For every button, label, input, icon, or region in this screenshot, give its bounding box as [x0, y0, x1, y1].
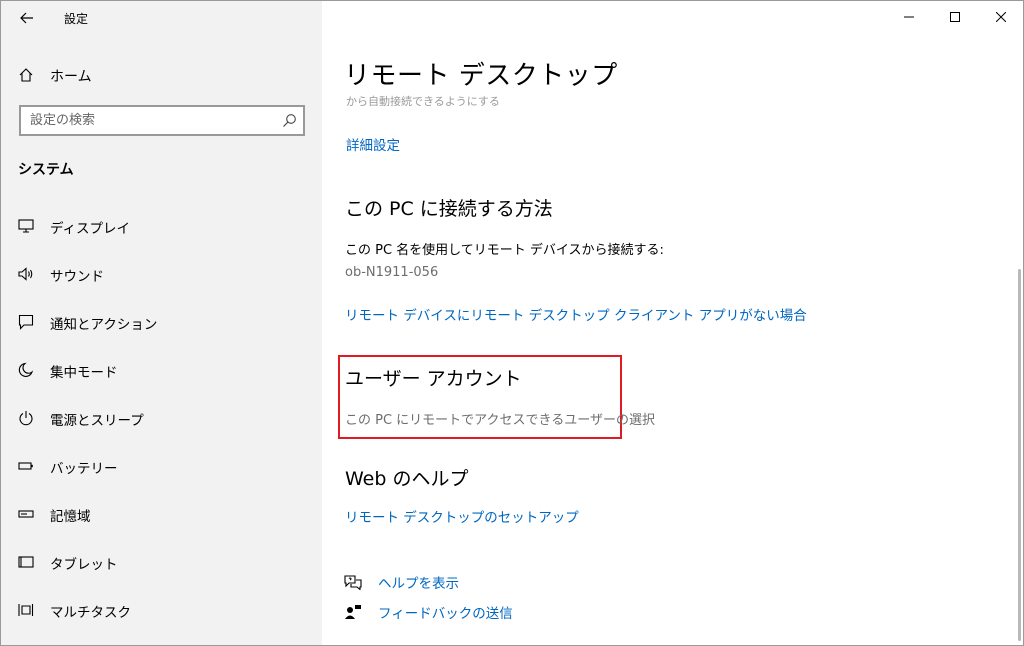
back-button[interactable]	[13, 5, 41, 31]
sidebar-item-home[interactable]: ホーム	[1, 57, 322, 93]
sidebar-item-storage[interactable]: 記憶域	[1, 494, 322, 534]
monitor-icon	[18, 219, 34, 233]
sidebar-item-label: マルチタスク	[50, 605, 131, 621]
search-box[interactable]	[19, 105, 305, 136]
sidebar-item-label: サウンド	[50, 269, 104, 285]
sidebar-item-tablet[interactable]: タブレット	[1, 542, 322, 582]
arrow-left-icon	[20, 12, 33, 24]
user-accounts-title: ユーザー アカウント	[345, 368, 522, 390]
sidebar-section-title: システム	[18, 162, 74, 178]
sidebar-item-label: 電源とスリープ	[50, 413, 144, 429]
search-icon[interactable]	[282, 113, 297, 128]
connect-section-title: この PC に接続する方法	[345, 198, 553, 220]
sidebar-item-multitasking[interactable]: マルチタスク	[1, 590, 322, 630]
sidebar-item-label: ディスプレイ	[50, 221, 131, 237]
search-input[interactable]	[21, 107, 271, 134]
power-icon	[19, 411, 33, 426]
sidebar-item-label: 記憶域	[50, 509, 91, 525]
sidebar-item-label: 集中モード	[50, 365, 118, 381]
show-help-link[interactable]: ヘルプを表示	[378, 572, 459, 592]
multitask-icon	[18, 604, 34, 616]
tablet-icon	[18, 556, 34, 568]
sidebar-item-label: タブレット	[50, 557, 118, 573]
speaker-icon	[18, 267, 33, 281]
home-icon	[19, 68, 33, 82]
help-chat-icon	[344, 575, 362, 590]
sidebar: 設定 ホーム システム ディスプレイ	[1, 1, 322, 645]
sidebar-item-label: ホーム	[50, 69, 92, 85]
moon-icon	[18, 362, 34, 377]
sidebar-item-display[interactable]: ディスプレイ	[1, 206, 322, 246]
connect-description: この PC 名を使用してリモート デバイスから接続する:	[345, 243, 664, 258]
send-feedback-link[interactable]: フィードバックの送信	[378, 602, 513, 622]
sidebar-item-focus-assist[interactable]: 集中モード	[1, 350, 322, 390]
no-client-app-link[interactable]: リモート デバイスにリモート デスクトップ クライアント アプリがない場合	[345, 304, 807, 324]
sidebar-item-label: バッテリー	[50, 461, 118, 477]
pc-name: ob-N1911-056	[345, 265, 439, 280]
vertical-scrollbar[interactable]	[1018, 269, 1021, 641]
sidebar-item-label: 通知とアクション	[50, 317, 158, 333]
settings-window: 設定 ホーム システム ディスプレイ	[0, 0, 1024, 646]
main-content: リモート デスクトップ から自動接続できるようにする 詳細設定 この PC に接…	[322, 1, 1023, 645]
feedback-person-icon	[345, 605, 361, 619]
sidebar-item-battery[interactable]: バッテリー	[1, 446, 322, 486]
sidebar-item-power[interactable]: 電源とスリープ	[1, 398, 322, 438]
battery-icon	[18, 462, 33, 470]
app-title: 設定	[64, 12, 89, 26]
notification-icon	[18, 314, 34, 330]
storage-icon	[18, 510, 34, 518]
select-users-link[interactable]: この PC にリモートでアクセスできるユーザーの選択	[345, 409, 655, 428]
remote-desktop-setup-link[interactable]: リモート デスクトップのセットアップ	[345, 506, 579, 526]
sidebar-item-sound[interactable]: サウンド	[1, 254, 322, 294]
web-help-title: Web のヘルプ	[345, 468, 469, 490]
advanced-settings-link[interactable]: 詳細設定	[346, 134, 400, 154]
faded-setting-text: から自動接続できるようにする	[346, 95, 500, 106]
sidebar-item-notifications[interactable]: 通知とアクション	[1, 302, 322, 342]
page-title: リモート デスクトップ	[344, 61, 618, 91]
